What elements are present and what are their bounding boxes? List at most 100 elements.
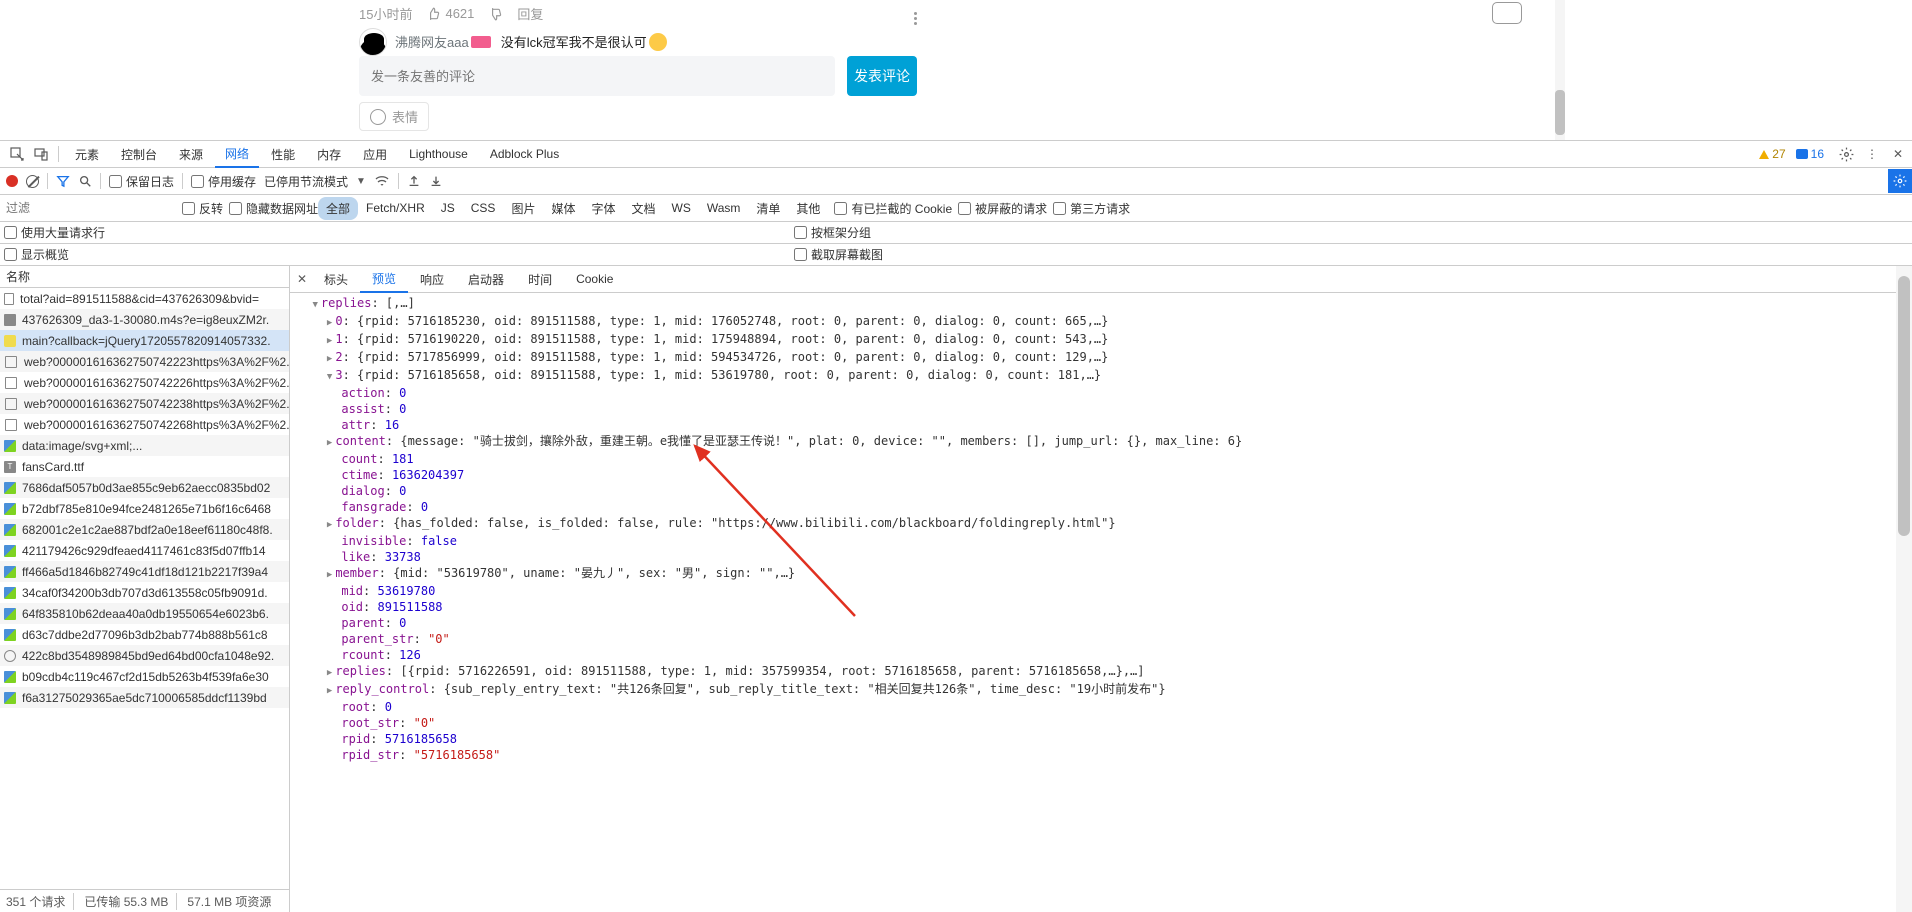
type-css[interactable]: CSS — [463, 198, 504, 218]
tree-node[interactable]: action: 0 — [298, 385, 1912, 401]
request-item[interactable]: main?callback=jQuery1720557820914057332. — [0, 330, 289, 351]
publish-button[interactable]: 发表评论 — [847, 56, 917, 96]
detail-tab-cookies[interactable]: Cookie — [564, 267, 625, 291]
detail-scrollbar[interactable] — [1896, 266, 1912, 912]
chevron-down-icon[interactable]: ▼ — [356, 176, 366, 187]
type-fetch[interactable]: Fetch/XHR — [358, 198, 433, 218]
request-item[interactable]: 34caf0f34200b3db707d3d613558c05fb9091d. — [0, 582, 289, 603]
request-item[interactable]: 7686daf5057b0d3ae855c9eb62aecc0835bd02 — [0, 477, 289, 498]
request-item[interactable]: web?000001616362750742238https%3A%2F%2. — [0, 393, 289, 414]
type-all[interactable]: 全部 — [318, 197, 358, 220]
tab-memory[interactable]: 内存 — [307, 141, 351, 168]
tree-node[interactable]: rpid_str: "5716185658" — [298, 747, 1912, 763]
info-badge[interactable]: 16 — [1796, 147, 1824, 161]
tree-node[interactable]: 0: {rpid: 5716185230, oid: 891511588, ty… — [298, 313, 1912, 331]
request-item[interactable]: 682001c2e1c2ae887bdf2a0e18eef61180c48f8. — [0, 519, 289, 540]
request-item[interactable]: data:image/svg+xml;... — [0, 435, 289, 456]
request-item[interactable]: web?000001616362750742268https%3A%2F%2. — [0, 414, 289, 435]
tree-node[interactable]: mid: 53619780 — [298, 583, 1912, 599]
close-detail-icon[interactable]: ✕ — [292, 272, 312, 286]
type-ws[interactable]: WS — [664, 198, 699, 218]
device-toggle-icon[interactable] — [30, 143, 52, 165]
tab-network[interactable]: 网络 — [215, 140, 259, 168]
type-font[interactable]: 字体 — [583, 197, 623, 220]
tree-node[interactable]: like: 33738 — [298, 549, 1912, 565]
reply-link[interactable]: 回复 — [517, 4, 543, 23]
tree-node[interactable]: root_str: "0" — [298, 715, 1912, 731]
inspect-icon[interactable] — [6, 143, 28, 165]
group-frame-check[interactable]: 按框架分组 — [794, 224, 871, 241]
throttle-select[interactable]: 已停用节流模式 — [264, 173, 348, 190]
like-button[interactable]: 4621 — [426, 6, 474, 21]
wifi-icon[interactable] — [374, 173, 390, 189]
tree-node[interactable]: oid: 891511588 — [298, 599, 1912, 615]
screenshots-check[interactable]: 截取屏幕截图 — [794, 246, 883, 263]
record-icon[interactable] — [6, 175, 18, 187]
detail-tab-initiator[interactable]: 启动器 — [456, 266, 516, 293]
float-widget[interactable] — [1492, 2, 1522, 24]
search-icon[interactable] — [78, 174, 92, 188]
tree-node[interactable]: replies: [{rpid: 5716226591, oid: 891511… — [298, 663, 1912, 681]
detail-tab-headers[interactable]: 标头 — [312, 266, 360, 293]
request-item[interactable]: total?aid=891511588&cid=437626309&bvid= — [0, 288, 289, 309]
reply-username[interactable]: 沸腾网友aaa — [395, 32, 469, 51]
overview-check[interactable]: 显示概览 — [4, 246, 69, 263]
tree-node[interactable]: root: 0 — [298, 699, 1912, 715]
type-manifest[interactable]: 清单 — [748, 197, 788, 220]
page-scrollbar[interactable] — [1555, 0, 1565, 140]
request-item[interactable]: b09cdb4c119c467cf2d15db5263b4f539fa6e30 — [0, 666, 289, 687]
tree-node[interactable]: count: 181 — [298, 451, 1912, 467]
request-item[interactable]: TfansCard.ttf — [0, 456, 289, 477]
preserve-log-check[interactable]: 保留日志 — [109, 173, 174, 190]
tree-node[interactable]: rpid: 5716185658 — [298, 731, 1912, 747]
download-icon[interactable] — [429, 174, 443, 188]
tab-performance[interactable]: 性能 — [261, 141, 305, 168]
tree-node[interactable]: member: {mid: "53619780", uname: "晏九丿", … — [298, 565, 1912, 583]
tab-adblock[interactable]: Adblock Plus — [480, 142, 569, 166]
request-item[interactable]: 422c8bd3548989845bd9ed64bd00cfa1048e92. — [0, 645, 289, 666]
disable-cache-check[interactable]: 停用缓存 — [191, 173, 256, 190]
clear-icon[interactable] — [26, 175, 39, 188]
upload-icon[interactable] — [407, 174, 421, 188]
detail-tab-response[interactable]: 响应 — [408, 266, 456, 293]
request-item[interactable]: 437626309_da3-1-30080.m4s?e=ig8euxZM2r. — [0, 309, 289, 330]
sidebar-header[interactable]: 名称 — [0, 266, 289, 288]
tree-node[interactable]: 3: {rpid: 5716185658, oid: 891511588, ty… — [298, 367, 1912, 385]
tab-application[interactable]: 应用 — [353, 141, 397, 168]
panel-settings-icon[interactable] — [1888, 169, 1912, 193]
request-item[interactable]: b72dbf785e810e94fce2481265e71b6f16c6468 — [0, 498, 289, 519]
type-media[interactable]: 媒体 — [543, 197, 583, 220]
preview-tree[interactable]: replies: [,…] 0: {rpid: 5716185230, oid:… — [290, 293, 1912, 912]
blocked-cookie-check[interactable]: 有已拦截的 Cookie — [834, 200, 952, 217]
tree-node[interactable]: content: {message: "骑士拔剑，攘除外敌，重建王朝。e我懂了是… — [298, 433, 1912, 451]
comment-input[interactable] — [359, 56, 835, 96]
type-wasm[interactable]: Wasm — [699, 198, 749, 218]
tab-console[interactable]: 控制台 — [111, 141, 167, 168]
settings-icon[interactable] — [1836, 144, 1856, 164]
type-other[interactable]: 其他 — [788, 197, 828, 220]
tab-elements[interactable]: 元素 — [65, 141, 109, 168]
tree-node[interactable]: parent: 0 — [298, 615, 1912, 631]
more-menu-icon[interactable] — [914, 12, 917, 25]
type-js[interactable]: JS — [433, 198, 463, 218]
request-item[interactable]: ff466a5d1846b82749c41df18d121b2217f39a4 — [0, 561, 289, 582]
tree-node[interactable]: 2: {rpid: 5717856999, oid: 891511588, ty… — [298, 349, 1912, 367]
tree-node[interactable]: assist: 0 — [298, 401, 1912, 417]
tree-node[interactable]: replies: [,…] — [298, 295, 1912, 313]
emoji-picker-button[interactable]: 表情 — [359, 102, 429, 131]
big-rows-check[interactable]: 使用大量请求行 — [4, 224, 105, 241]
detail-tab-preview[interactable]: 预览 — [360, 266, 408, 293]
tree-node[interactable]: attr: 16 — [298, 417, 1912, 433]
request-item[interactable]: d63c7ddbe2d77096b3db2bab774b888b561c8 — [0, 624, 289, 645]
avatar[interactable] — [359, 28, 387, 56]
more-icon[interactable]: ⋮ — [1862, 144, 1882, 164]
tree-node[interactable]: parent_str: "0" — [298, 631, 1912, 647]
request-item[interactable]: 421179426c929dfeaed4117461c83f5d07ffb14 — [0, 540, 289, 561]
tree-node[interactable]: fansgrade: 0 — [298, 499, 1912, 515]
blocked-req-check[interactable]: 被屏蔽的请求 — [958, 200, 1047, 217]
tab-lighthouse[interactable]: Lighthouse — [399, 142, 478, 166]
filter-icon[interactable] — [56, 174, 70, 188]
tree-node[interactable]: ctime: 1636204397 — [298, 467, 1912, 483]
third-party-check[interactable]: 第三方请求 — [1053, 200, 1130, 217]
close-icon[interactable]: ✕ — [1888, 144, 1908, 164]
